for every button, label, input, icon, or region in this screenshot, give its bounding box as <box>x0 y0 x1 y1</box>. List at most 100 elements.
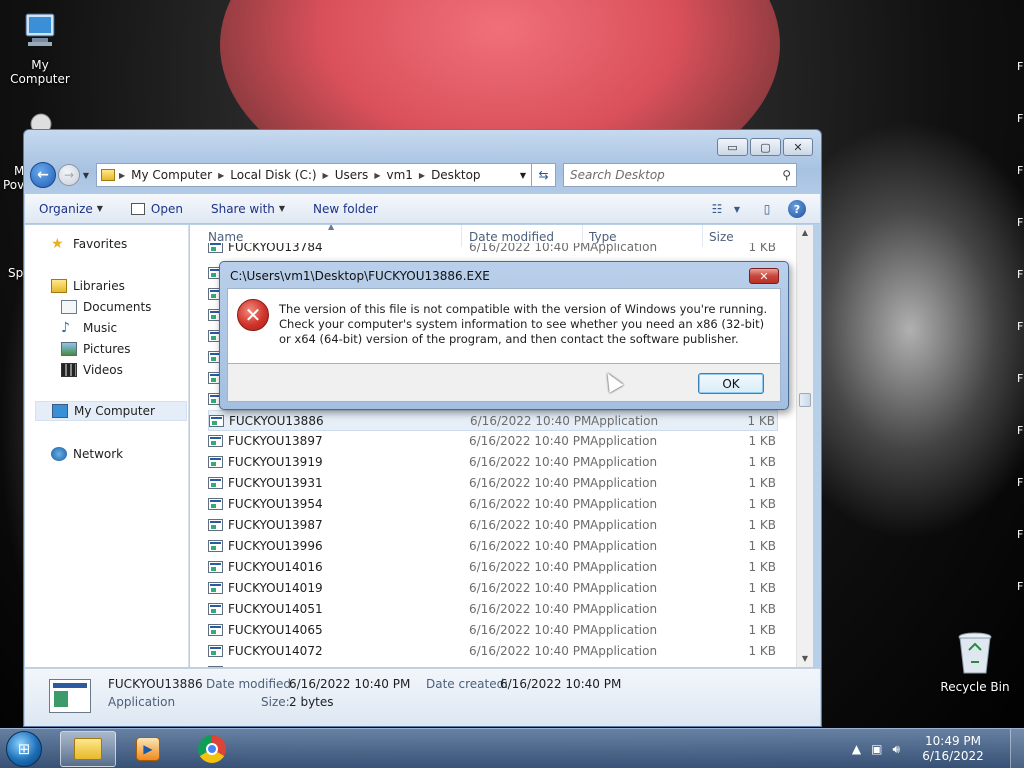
dialog-footer: OK <box>227 364 781 402</box>
file-type: Application <box>590 539 658 553</box>
view-options-icon[interactable]: ☷ <box>708 200 726 218</box>
table-row[interactable]: FUCKYOU13897 6/16/2022 10:40 PM Applicat… <box>208 431 778 452</box>
dialog-title: C:\Users\vm1\Desktop\FUCKYOU13886.EXE <box>230 269 490 283</box>
recent-pages-dropdown[interactable]: ▼ <box>80 171 92 180</box>
ok-button[interactable]: OK <box>698 373 764 394</box>
folder-icon <box>101 169 115 181</box>
file-name: FUCKYOU13954 <box>228 497 323 511</box>
vertical-scrollbar[interactable]: ▲ ▼ <box>796 225 813 667</box>
offscreen-icon-label: F <box>1017 580 1024 593</box>
open-button[interactable]: Open <box>130 202 183 216</box>
table-row[interactable]: FUCKYOU13784 6/16/2022 10:40 PM Applicat… <box>208 243 778 257</box>
table-row[interactable]: FUCKYOU13987 6/16/2022 10:40 PM Applicat… <box>208 515 778 536</box>
breadcrumb-users[interactable]: Users <box>329 168 375 182</box>
nav-item-label: Documents <box>83 300 152 314</box>
breadcrumb-my-computer[interactable]: My Computer <box>125 168 218 182</box>
table-row-partial[interactable] <box>208 662 778 667</box>
file-type: Application <box>590 455 658 469</box>
column-header-date[interactable]: Date modified <box>469 230 554 244</box>
nav-item-network[interactable]: Network <box>51 447 123 461</box>
maximize-button[interactable]: ▢ <box>750 138 781 156</box>
partial-icon-label: Pov <box>3 178 25 192</box>
view-dropdown-icon[interactable]: ▼ <box>728 200 746 218</box>
network-status-icon[interactable]: ▣ <box>871 742 882 756</box>
offscreen-icon-label: F <box>1017 424 1024 437</box>
application-icon <box>208 666 223 667</box>
offscreen-icon-label: F <box>1017 476 1024 489</box>
back-button[interactable]: ← <box>30 162 56 188</box>
application-icon <box>208 561 223 573</box>
show-desktop-button[interactable] <box>1010 729 1024 768</box>
file-name: FUCKYOU13897 <box>228 434 323 448</box>
nav-item-my-computer[interactable]: My Computer <box>35 401 187 421</box>
dialog-close-button[interactable]: ✕ <box>749 268 779 284</box>
breadcrumb-local-disk[interactable]: Local Disk (C:) <box>224 168 322 182</box>
refresh-icon: ⇆ <box>538 168 549 182</box>
search-input[interactable]: Search Desktop ⚲ <box>563 163 797 187</box>
nav-item-videos[interactable]: Videos <box>61 363 123 377</box>
clock[interactable]: 10:49 PM 6/16/2022 <box>910 734 996 764</box>
chrome-icon <box>198 735 226 763</box>
desktop-icon-my-computer[interactable]: My Computer <box>0 10 80 86</box>
table-row[interactable]: FUCKYOU13996 6/16/2022 10:40 PM Applicat… <box>208 536 778 557</box>
table-row-selected[interactable]: FUCKYOU13886 6/16/2022 10:40 PM Applicat… <box>208 410 778 431</box>
application-icon <box>208 243 223 253</box>
file-date: 6/16/2022 10:40 PM <box>469 455 591 469</box>
nav-item-label: Libraries <box>73 279 125 293</box>
address-bar[interactable]: ▶ My Computer ▶ Local Disk (C:) ▶ Users … <box>96 163 532 187</box>
organize-button[interactable]: Organize ▼ <box>39 202 103 216</box>
table-row[interactable]: FUCKYOU13954 6/16/2022 10:40 PM Applicat… <box>208 494 778 515</box>
details-size: 2 bytes <box>289 695 334 709</box>
computer-icon <box>18 10 62 54</box>
search-icon[interactable]: ⚲ <box>782 168 791 182</box>
nav-item-libraries[interactable]: Libraries <box>51 279 125 293</box>
sort-ascending-icon: ▲ <box>328 225 335 231</box>
nav-item-music[interactable]: ♪ Music <box>61 321 117 335</box>
nav-item-pictures[interactable]: Pictures <box>61 342 131 356</box>
table-row[interactable]: FUCKYOU13919 6/16/2022 10:40 PM Applicat… <box>208 452 778 473</box>
file-type: Application <box>590 644 658 658</box>
table-row[interactable]: FUCKYOU14016 6/16/2022 10:40 PM Applicat… <box>208 557 778 578</box>
close-button[interactable]: ✕ <box>783 138 813 156</box>
forward-button[interactable]: → <box>58 164 80 186</box>
share-with-button[interactable]: Share with ▼ <box>211 202 285 216</box>
table-row[interactable]: FUCKYOU14051 6/16/2022 10:40 PM Applicat… <box>208 599 778 620</box>
desktop-icon-recycle-bin[interactable]: Recycle Bin <box>935 630 1015 694</box>
organize-label: Organize <box>39 201 93 216</box>
help-icon[interactable]: ? <box>788 200 806 218</box>
chevron-down-icon: ▼ <box>96 204 103 213</box>
desktop-icon-label: Recycle Bin <box>940 680 1010 694</box>
file-name: FUCKYOU14065 <box>228 623 323 637</box>
scroll-down-icon[interactable]: ▼ <box>797 651 813 667</box>
taskbar-app-explorer[interactable] <box>60 731 116 767</box>
table-row[interactable]: FUCKYOU14065 6/16/2022 10:40 PM Applicat… <box>208 620 778 641</box>
table-row[interactable]: FUCKYOU14072 6/16/2022 10:40 PM Applicat… <box>208 641 778 662</box>
breadcrumb-vm1[interactable]: vm1 <box>380 168 418 182</box>
scroll-up-icon[interactable]: ▲ <box>797 225 813 241</box>
nav-item-favorites[interactable]: ★ Favorites <box>51 237 127 251</box>
application-icon <box>208 582 223 594</box>
file-name: FUCKYOU13931 <box>228 476 323 490</box>
scrollbar-thumb[interactable] <box>799 393 811 407</box>
taskbar-app-media-player[interactable]: ▶ <box>120 731 176 767</box>
nav-item-documents[interactable]: Documents <box>61 300 151 314</box>
address-dropdown-icon[interactable]: ▼ <box>515 171 531 180</box>
show-hidden-icons-icon[interactable]: ▲ <box>852 742 861 756</box>
column-header-name[interactable]: Name <box>208 230 243 244</box>
file-type: Application <box>590 518 658 532</box>
refresh-button[interactable]: ⇆ <box>532 163 556 187</box>
taskbar-app-chrome[interactable] <box>184 731 240 767</box>
table-row[interactable]: FUCKYOU14019 6/16/2022 10:40 PM Applicat… <box>208 578 778 599</box>
start-button[interactable]: ⊞ <box>6 731 42 767</box>
preview-pane-icon[interactable]: ▯ <box>758 200 776 218</box>
column-header-type[interactable]: Type <box>589 230 617 244</box>
breadcrumb-desktop[interactable]: Desktop <box>425 168 487 182</box>
table-row[interactable]: FUCKYOU13931 6/16/2022 10:40 PM Applicat… <box>208 473 778 494</box>
minimize-button[interactable]: ▭ <box>717 138 748 156</box>
volume-icon[interactable]: 🔊︎ <box>892 742 900 757</box>
offscreen-icon-label: F <box>1017 372 1024 385</box>
file-type: Application <box>590 602 658 616</box>
new-folder-button[interactable]: New folder <box>313 202 378 216</box>
application-icon <box>208 603 223 615</box>
column-header-size[interactable]: Size <box>709 230 734 244</box>
